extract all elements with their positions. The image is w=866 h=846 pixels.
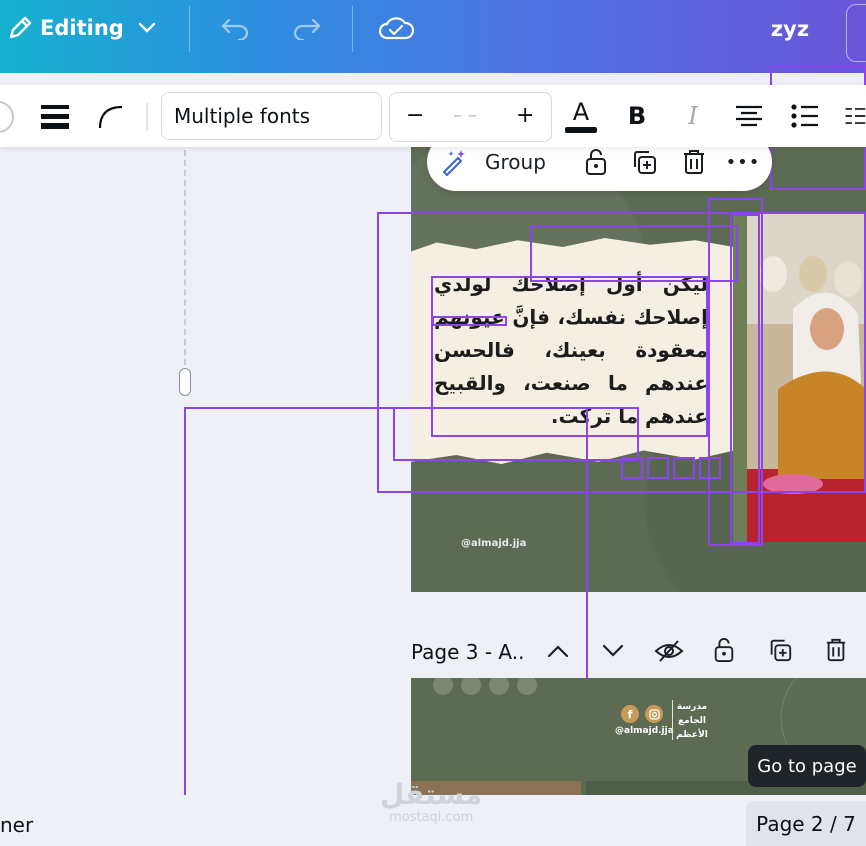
- decrease-font-size-button[interactable]: −: [406, 103, 424, 128]
- resize-handle[interactable]: [179, 368, 191, 396]
- line-weight-icon[interactable]: [38, 101, 72, 133]
- font-family-dropdown[interactable]: Multiple fonts: [161, 92, 382, 140]
- italic-icon: I: [688, 102, 698, 130]
- group-label: Group: [485, 150, 546, 174]
- italic-button[interactable]: I: [676, 99, 710, 133]
- trash-icon[interactable]: [677, 145, 711, 179]
- lock-icon[interactable]: [709, 634, 739, 666]
- guide-line: [184, 150, 186, 375]
- watermark: مستقل mostaql.com: [380, 778, 483, 826]
- chevron-down-icon[interactable]: [598, 636, 628, 666]
- children-photo[interactable]: [733, 214, 866, 542]
- school-line: الأعظم: [676, 730, 708, 740]
- duplicate-icon[interactable]: [627, 145, 661, 179]
- share-button[interactable]: [846, 4, 866, 62]
- design-handle-text[interactable]: @almajd.jja: [461, 538, 526, 549]
- facebook-icon: f: [621, 705, 639, 723]
- chevron-up-icon[interactable]: [543, 636, 573, 666]
- editing-label: Editing: [40, 16, 124, 40]
- watermark-url: mostaql.com: [389, 810, 474, 825]
- page-3-title[interactable]: Page 3 - A..: [411, 640, 524, 664]
- page-indicator-button[interactable]: Page 2 / 7: [746, 801, 866, 846]
- user-name[interactable]: zyz: [760, 10, 820, 48]
- bold-button[interactable]: B: [620, 99, 654, 133]
- redo-icon[interactable]: [287, 10, 327, 46]
- duplicate-icon[interactable]: [765, 634, 795, 666]
- font-size-stepper: − – – +: [389, 92, 552, 142]
- divider: [146, 103, 148, 131]
- divider: [672, 700, 673, 740]
- editing-mode-button[interactable]: Editing: [40, 10, 156, 46]
- go-to-page-tooltip: Go to page: [748, 745, 866, 787]
- undo-icon[interactable]: [215, 10, 255, 46]
- header-gap: [0, 73, 866, 85]
- bottom-bar: ner مستقل mostaql.com Page 2 / 7: [0, 780, 866, 846]
- group-button[interactable]: Group: [485, 145, 546, 179]
- school-line: مدرسة: [676, 702, 708, 712]
- line-spacing-icon[interactable]: [844, 99, 866, 133]
- more-options-button[interactable]: •••: [723, 145, 763, 179]
- school-logo-text: مدرسة الجامع الأعظم: [675, 700, 709, 742]
- footer-left-text[interactable]: ner: [0, 813, 33, 837]
- bulleted-list-icon[interactable]: [788, 99, 822, 133]
- quote-text[interactable]: ليكن أول إصلاحك لولدي إصلاحك نفسك، فإنَّ…: [434, 268, 708, 433]
- cloud-saved-icon[interactable]: [376, 10, 416, 48]
- pencil-icon[interactable]: [0, 8, 40, 48]
- align-center-icon[interactable]: [732, 99, 766, 133]
- user-label: zyz: [770, 17, 810, 41]
- color-circle-icon[interactable]: [0, 101, 14, 133]
- instagram-icon: [645, 705, 663, 723]
- editor-top-bar: Editing zyz: [0, 0, 866, 73]
- chevron-down-icon: [138, 19, 156, 38]
- bold-icon: B: [627, 102, 647, 130]
- page-3-header: Page 3 - A..: [411, 636, 524, 668]
- corner-rounding-icon[interactable]: [94, 101, 128, 133]
- lock-icon[interactable]: [579, 145, 613, 179]
- text-color-button[interactable]: A: [563, 93, 599, 139]
- trash-icon[interactable]: [821, 634, 851, 666]
- more-icon: •••: [725, 151, 761, 173]
- page3-handle: @almajd.jja: [615, 726, 674, 736]
- font-size-input[interactable]: – –: [453, 105, 477, 126]
- divider: [189, 6, 190, 52]
- font-family-label: Multiple fonts: [174, 104, 311, 128]
- increase-font-size-button[interactable]: +: [516, 103, 534, 128]
- magic-edit-icon[interactable]: [437, 145, 471, 179]
- text-color-swatch: [565, 127, 597, 133]
- tooltip-label: Go to page: [757, 755, 857, 777]
- page-indicator-label: Page 2 / 7: [756, 811, 856, 836]
- watermark-arabic: مستقل: [380, 778, 483, 811]
- divider: [352, 6, 353, 52]
- text-toolbar: Multiple fonts − – – + A B I: [0, 85, 866, 147]
- text-color-icon: A: [572, 98, 590, 126]
- school-line: الجامع: [677, 716, 707, 726]
- hide-eye-icon[interactable]: [653, 636, 685, 666]
